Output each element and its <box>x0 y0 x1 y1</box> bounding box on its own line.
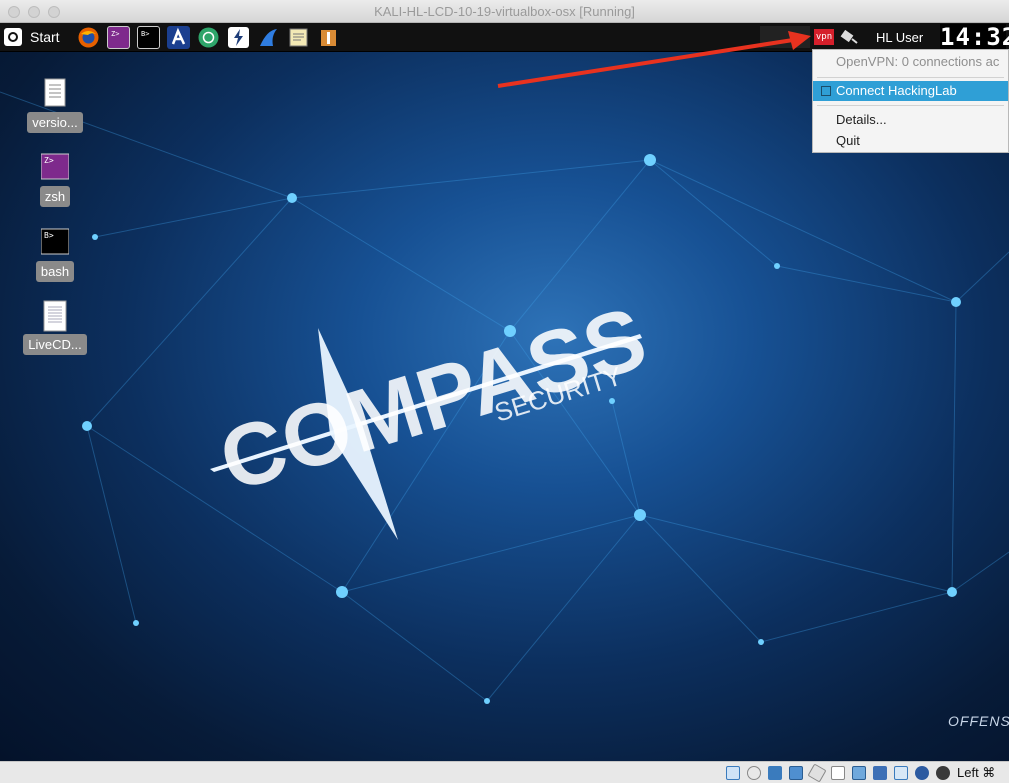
power-icon <box>4 28 22 46</box>
bash-terminal-icon[interactable]: B> <box>137 26 160 49</box>
cpu-icon[interactable] <box>873 766 887 780</box>
video-capture-icon[interactable] <box>852 766 866 780</box>
display-icon[interactable] <box>831 766 845 780</box>
window-title: KALI-HL-LCD-10-19-virtualbox-osx [Runnin… <box>374 4 635 19</box>
maltego-icon[interactable] <box>197 26 220 49</box>
mouse-integration-icon[interactable] <box>894 766 908 780</box>
window-titlebar: KALI-HL-LCD-10-19-virtualbox-osx [Runnin… <box>0 0 1009 23</box>
menu-separator <box>817 105 1004 106</box>
host-key-arrow-icon[interactable] <box>936 766 950 780</box>
desktop-icon-label: versio... <box>27 112 83 133</box>
desktop-icon-label: LiveCD... <box>23 334 87 355</box>
host-key-label: Left ⌘ <box>957 765 996 780</box>
optical-drive-icon[interactable] <box>726 766 740 780</box>
audio-icon[interactable] <box>747 766 761 780</box>
desktop[interactable]: COMPASS SECURITY versio... Z> zsh B> bas… <box>0 52 1009 761</box>
zsh-terminal-icon[interactable]: Z> <box>107 26 130 49</box>
burpsuite-icon[interactable] <box>227 26 250 49</box>
text-editor-icon[interactable] <box>287 26 310 49</box>
vpn-context-menu: OpenVPN: 0 connections ac Connect Hackin… <box>812 49 1009 153</box>
start-label: Start <box>30 29 60 45</box>
desktop-icon-version[interactable]: versio... <box>22 78 88 133</box>
shared-folders-icon[interactable] <box>807 763 827 783</box>
keyboard-icon[interactable] <box>915 766 929 780</box>
file-manager-icon[interactable] <box>317 26 340 49</box>
text-file-icon <box>41 78 69 108</box>
desktop-icon-label: bash <box>35 261 75 282</box>
zsh-terminal-icon: Z> <box>40 152 70 182</box>
checkbox-icon <box>821 86 831 96</box>
network-wallpaper: COMPASS SECURITY <box>0 91 1009 704</box>
vbox-statusbar: Left ⌘ <box>0 761 1009 783</box>
network-plug-icon[interactable] <box>838 27 860 47</box>
desktop-icon-label: zsh <box>39 186 71 207</box>
svg-text:Z>: Z> <box>44 156 54 165</box>
vpn-status-item: OpenVPN: 0 connections ac <box>836 54 1000 69</box>
menu-separator <box>817 77 1004 78</box>
connect-hackinglab-label: Connect HackingLab <box>836 83 957 98</box>
quit-item[interactable]: Quit <box>813 131 1008 151</box>
vpn-tray-icon[interactable]: vpn <box>814 29 834 45</box>
desktop-icon-livecd[interactable]: LiveCD... <box>22 300 88 355</box>
network-icon[interactable] <box>768 766 782 780</box>
firefox-icon[interactable] <box>77 26 100 49</box>
wallpaper-corner-text: OFFENS <box>948 713 1009 729</box>
details-item[interactable]: Details... <box>813 110 1008 130</box>
svg-text:Z>: Z> <box>111 30 119 38</box>
svg-text:B>: B> <box>44 231 54 240</box>
start-button[interactable]: Start <box>4 26 60 48</box>
compass-security-logo: COMPASS SECURITY <box>209 287 657 540</box>
wireshark-icon[interactable] <box>257 26 280 49</box>
armitage-icon[interactable] <box>167 26 190 49</box>
annotation-arrow <box>497 31 811 88</box>
svg-text:B>: B> <box>141 30 149 38</box>
usb-icon[interactable] <box>789 766 803 780</box>
user-label[interactable]: HL User <box>876 30 923 45</box>
desktop-icon-zsh[interactable]: Z> zsh <box>22 152 88 207</box>
document-icon <box>41 300 69 332</box>
bash-terminal-icon: B> <box>40 227 70 257</box>
desktop-icon-bash[interactable]: B> bash <box>22 227 88 282</box>
clock[interactable]: 14:32 <box>940 24 1009 50</box>
connect-hackinglab-item[interactable]: Connect HackingLab <box>813 81 1008 101</box>
